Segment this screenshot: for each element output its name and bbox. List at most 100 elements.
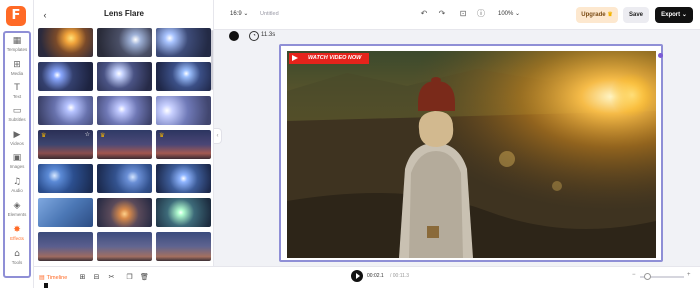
effect-thumbnail[interactable] [156, 62, 211, 91]
effect-thumbnail[interactable] [97, 28, 152, 57]
tools-icon: ⌂ [14, 249, 20, 259]
zoom-value: 100% [498, 11, 514, 17]
aspect-ratio-select[interactable]: 16:9 ⌄ [230, 10, 248, 17]
effect-thumbnail[interactable] [38, 232, 93, 261]
background-color-swatch[interactable] [229, 31, 239, 41]
effect-thumbnail[interactable] [38, 96, 93, 125]
split-icon[interactable]: ⊟ [92, 273, 101, 282]
total-time-value: 00:11.3 [392, 273, 410, 279]
effect-thumbnail[interactable]: ♛ [97, 130, 152, 159]
effect-thumbnail[interactable] [97, 164, 152, 193]
upgrade-button[interactable]: Upgrade ♛ [576, 7, 618, 23]
favorite-icon[interactable]: ☆ [85, 131, 90, 138]
export-label: Export [661, 12, 681, 18]
effect-thumbnail[interactable] [156, 198, 211, 227]
effects-icon: ✸ [13, 225, 21, 235]
rail-item-label: Text [12, 94, 22, 99]
panel-scrollbar[interactable] [211, 30, 213, 90]
left-rail: F ▦ Templates ⊞ Media T Text ▭ Subtitles… [0, 0, 34, 288]
elements-icon: ◈ [13, 201, 21, 211]
rail-item-audio[interactable]: ♫ Audio [3, 176, 31, 200]
youtube-play-icon [292, 55, 298, 61]
rail-item-label: Media [10, 71, 24, 76]
effect-thumbnail[interactable] [97, 198, 152, 227]
timeline-playhead[interactable] [44, 283, 48, 288]
timeline-bar: ▤ Timeline ⊞ ⊟ ✂ ❐ 🗑 00:02.1 / 00:11.3 − … [34, 266, 700, 288]
effect-thumbnail[interactable]: ♛ ☆ [38, 130, 93, 159]
effect-thumbnail[interactable] [156, 164, 211, 193]
text-icon: T [14, 83, 20, 93]
crown-icon: ♛ [607, 12, 613, 18]
watch-video-banner[interactable]: WATCH VIDEO NOW [289, 53, 369, 64]
add-track-icon[interactable]: ⊞ [78, 273, 87, 282]
zoom-out-icon[interactable]: − [632, 272, 636, 278]
scene-image [287, 51, 656, 258]
rail-item-effects[interactable]: ✸ Effects [3, 224, 31, 248]
effect-thumbnail[interactable] [156, 232, 211, 261]
zoom-select[interactable]: 100% ⌄ [498, 10, 520, 17]
undo-icon[interactable]: ↶ [418, 8, 430, 20]
effect-thumbnail[interactable] [97, 62, 152, 91]
project-name[interactable]: Untitled [260, 11, 279, 17]
screenshot-icon[interactable]: ⊡ [457, 8, 469, 20]
effect-thumbnail[interactable] [38, 198, 93, 227]
rail-item-tools[interactable]: ⌂ Tools [3, 248, 31, 272]
rail-item-media[interactable]: ⊞ Media [3, 59, 31, 83]
timeline-toggle[interactable]: ▤ Timeline [39, 274, 67, 281]
timeline-zoom-knob[interactable] [644, 273, 651, 280]
panel-header: ‹ Lens Flare [34, 6, 214, 24]
duration-value[interactable]: 11.3s [261, 32, 275, 38]
timeline-label: Timeline [46, 275, 68, 281]
total-time: / 00:11.3 [390, 273, 410, 279]
play-button[interactable] [351, 270, 363, 282]
rail-item-elements[interactable]: ◈ Elements [3, 200, 31, 224]
duplicate-icon[interactable]: ❐ [125, 273, 134, 282]
effect-thumbnail[interactable]: ♛ [156, 130, 211, 159]
effect-thumbnail[interactable] [97, 232, 152, 261]
canvas-subbar: ◔ 11.3s [222, 30, 700, 44]
rail-item-videos[interactable]: ▶ Videos [3, 129, 31, 153]
effect-thumbnail[interactable] [38, 28, 93, 57]
scissors-icon[interactable]: ✂ [107, 273, 116, 282]
app-logo[interactable]: F [6, 6, 26, 26]
rail-item-images[interactable]: ▣ Images [3, 152, 31, 176]
save-button[interactable]: Save [623, 7, 649, 23]
effect-thumbnail[interactable] [156, 96, 211, 125]
rail-item-label: Audio [11, 188, 23, 193]
resize-handle[interactable] [658, 53, 663, 58]
zoom-in-icon[interactable]: + [687, 272, 691, 278]
collapse-panel-handle[interactable]: ‹ [214, 128, 222, 144]
rail-item-templates[interactable]: ▦ Templates [3, 35, 31, 59]
clock-icon: ◔ [249, 31, 259, 41]
effect-thumbnail[interactable] [38, 164, 93, 193]
trash-icon[interactable]: 🗑 [140, 273, 149, 282]
redo-icon[interactable]: ↷ [436, 8, 448, 20]
editor-app: F ▦ Templates ⊞ Media T Text ▭ Subtitles… [0, 0, 700, 288]
premium-crown-icon: ♛ [159, 133, 165, 139]
banner-text: WATCH VIDEO NOW [308, 55, 362, 61]
aspect-ratio-value: 16:9 [230, 11, 242, 17]
rail-item-text[interactable]: T Text [3, 82, 31, 106]
rail-item-subtitles[interactable]: ▭ Subtitles [3, 105, 31, 129]
effect-thumbnail[interactable] [97, 96, 152, 125]
video-canvas[interactable] [287, 51, 656, 258]
subtitles-icon: ▭ [12, 106, 22, 116]
media-icon: ⊞ [13, 60, 21, 70]
timeline-icon: ▤ [39, 275, 45, 281]
videos-icon: ▶ [13, 130, 21, 140]
current-time: 00:02.1 [367, 273, 384, 279]
help-icon[interactable]: ⓘ [475, 8, 487, 20]
effect-thumbnail[interactable] [156, 28, 211, 57]
rail-item-label: Videos [10, 141, 24, 146]
chevron-down-icon: ⌄ [681, 12, 687, 18]
rail-item-label: Images [9, 164, 25, 169]
images-icon: ▣ [12, 153, 22, 163]
rail-item-label: Tools [11, 260, 23, 265]
effect-thumbnail[interactable] [38, 62, 93, 91]
audio-icon: ♫ [12, 177, 22, 187]
rail-item-label: Effects [10, 236, 24, 241]
rail-item-label: Elements [7, 212, 27, 217]
premium-crown-icon: ♛ [41, 133, 47, 139]
export-button[interactable]: Export ⌄ [655, 7, 693, 23]
rail-item-label: Templates [6, 47, 28, 52]
